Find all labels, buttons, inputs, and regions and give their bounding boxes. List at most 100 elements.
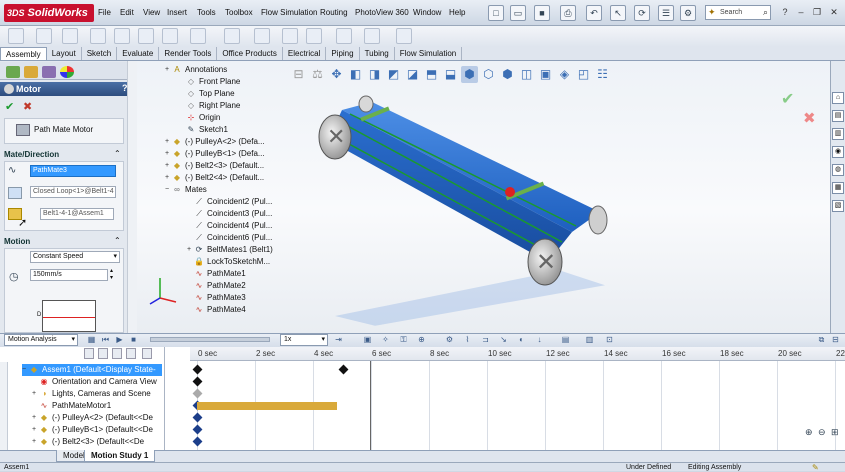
tree-item[interactable]: ⟋ Coincident2 (Pul... xyxy=(187,196,272,208)
exploded-view-icon[interactable] xyxy=(306,28,322,44)
filter-selected-icon[interactable] xyxy=(112,348,122,359)
rebuild-icon[interactable]: ⟳ xyxy=(634,5,650,21)
collapse-study-icon[interactable]: ⊡ xyxy=(604,334,615,345)
stop-icon[interactable]: ■ xyxy=(128,334,139,345)
tree-item[interactable]: ◇ Right Plane xyxy=(179,100,240,112)
expand-toggle[interactable]: + xyxy=(165,64,172,76)
view-back-icon[interactable]: ◨ xyxy=(366,66,383,83)
playback-slider[interactable] xyxy=(150,337,270,342)
tree-item[interactable]: + ⟳ BeltMates1 (Belt1) xyxy=(187,244,273,256)
restore-motion-manager-icon[interactable]: ⧉ xyxy=(816,334,827,345)
timeline[interactable] xyxy=(190,347,845,450)
zoom-timeline-icon[interactable] xyxy=(142,348,152,359)
play-icon[interactable]: ▶ xyxy=(114,334,125,345)
view-palette-icon[interactable]: ◉ xyxy=(832,146,844,158)
reference-geometry-icon[interactable] xyxy=(224,28,240,44)
collapse-icon[interactable]: ⌃ xyxy=(114,149,121,158)
move-icon[interactable]: ✥ xyxy=(328,66,345,83)
new-document-icon[interactable]: □ xyxy=(488,5,504,21)
mate-icon[interactable] xyxy=(62,28,78,44)
gravity-icon[interactable]: ↓ xyxy=(534,334,545,345)
tree-item[interactable]: 🔒 LockToSketchM... xyxy=(187,256,270,268)
tab-sketch[interactable]: Sketch xyxy=(82,47,118,60)
playback-mode-icon[interactable]: ⇥ xyxy=(333,334,344,345)
tree-item[interactable]: ⟋ Coincident4 (Pul... xyxy=(187,220,272,232)
configurationmanager-tab-icon[interactable] xyxy=(42,66,56,78)
save-animation-icon[interactable]: ▣ xyxy=(362,334,373,345)
tree-item[interactable]: + ◆ (-) PulleyA<2> (Defa... xyxy=(165,136,265,148)
resources-icon[interactable]: ⌂ xyxy=(832,92,844,104)
design-library-icon[interactable]: ▤ xyxy=(832,110,844,122)
menu-tools[interactable]: Tools xyxy=(197,8,216,17)
calculate-icon[interactable]: ▦ xyxy=(86,334,97,345)
component-field[interactable]: Belt1-4-1@Assem1 xyxy=(40,208,114,220)
filter-animated-icon[interactable] xyxy=(84,348,94,359)
move-component-icon[interactable] xyxy=(138,28,154,44)
motion-tree-item[interactable]: − ◆ Assem1 (Default<Display State- xyxy=(22,364,162,376)
expand-toggle[interactable]: + xyxy=(165,172,172,184)
expand-toggle[interactable]: + xyxy=(165,136,172,148)
expand-toggle[interactable]: + xyxy=(32,412,39,424)
open-icon[interactable]: ▭ xyxy=(510,5,526,21)
speed-spinner[interactable]: ▴ ▾ xyxy=(110,268,113,282)
menu-photoview[interactable]: PhotoView 360 xyxy=(355,8,409,17)
print-icon[interactable]: ⎙ xyxy=(560,5,576,21)
search-input[interactable]: ✦ Search ⌕ xyxy=(705,5,771,20)
new-motion-study-icon[interactable] xyxy=(254,28,270,44)
confirm-corner-ok-icon[interactable]: ✔ xyxy=(781,89,794,109)
motion-type-select[interactable]: Constant Speed ▾ xyxy=(30,251,120,263)
expand-toggle[interactable]: + xyxy=(165,160,172,172)
zoom-fit-timeline-icon[interactable]: ⊞ xyxy=(831,427,839,438)
damper-icon[interactable]: ⊐ xyxy=(480,334,491,345)
display-style-icon[interactable]: ▣ xyxy=(537,66,554,83)
tab-layout[interactable]: Layout xyxy=(47,47,82,60)
file-properties-icon[interactable]: ☰ xyxy=(658,5,674,21)
propertymanager-tab-icon[interactable] xyxy=(24,66,38,78)
insert-component-icon[interactable] xyxy=(36,28,52,44)
tab-evaluate[interactable]: Evaluate xyxy=(117,47,160,60)
tab-tubing[interactable]: Tubing xyxy=(360,47,395,60)
force-icon[interactable]: ↘ xyxy=(498,334,509,345)
undo-icon[interactable]: ↶ xyxy=(586,5,602,21)
animation-wizard-icon[interactable]: ✧ xyxy=(380,334,391,345)
zoom-area-icon[interactable]: ⚖ xyxy=(309,66,326,83)
view-top-icon[interactable]: ⬒ xyxy=(423,66,440,83)
tree-item[interactable]: ⟋ Coincident3 (Pul... xyxy=(187,208,272,220)
motion-tree-item[interactable]: + ◆ (-) PulleyA<2> (Default<<De xyxy=(32,412,192,424)
view-front-icon[interactable]: ◧ xyxy=(347,66,364,83)
tree-item[interactable]: ∿ PathMate1 xyxy=(187,268,246,280)
restore-button[interactable]: ❐ xyxy=(811,6,823,18)
conveyor-model[interactable]: ✕ ✕ xyxy=(300,92,630,332)
study-type-select[interactable]: Motion Analysis ▾ xyxy=(4,334,78,346)
tab-render-tools[interactable]: Render Tools xyxy=(159,47,218,60)
results-plots-icon[interactable]: ▤ xyxy=(560,334,571,345)
expand-toggle[interactable]: − xyxy=(22,364,29,376)
filter-driving-icon[interactable] xyxy=(98,348,108,359)
tree-item[interactable]: ∿ PathMate3 xyxy=(187,292,246,304)
custom-properties-icon[interactable]: ▦ xyxy=(832,182,844,194)
reverse-direction-icon[interactable] xyxy=(8,187,22,199)
edit-component-icon[interactable] xyxy=(8,28,24,44)
interference-detection-icon[interactable] xyxy=(364,28,380,44)
spring-icon[interactable]: ⌇ xyxy=(462,334,473,345)
contact-icon[interactable]: ◐ xyxy=(516,334,527,345)
select-icon[interactable]: ↖ xyxy=(610,5,626,21)
menu-view[interactable]: View xyxy=(143,8,160,17)
help-icon[interactable]: ? xyxy=(779,6,791,18)
tree-item[interactable]: + ◆ (-) Belt2<4> (Default... xyxy=(165,172,264,184)
tab-electrical[interactable]: Electrical xyxy=(283,47,327,60)
view-left-icon[interactable]: ◩ xyxy=(385,66,402,83)
file-explorer-icon[interactable]: ▥ xyxy=(832,128,844,140)
motor-type-label[interactable]: Path Mate Motor xyxy=(34,125,93,134)
motion-tree-item[interactable]: + ◆ (-) PulleyB<1> (Default<<De xyxy=(32,424,192,436)
expand-toggle[interactable]: + xyxy=(32,388,39,400)
tree-item[interactable]: ∿ PathMate2 xyxy=(187,280,246,292)
autokey-icon[interactable]: ⚿ xyxy=(398,334,409,345)
confirm-corner-cancel-icon[interactable]: ✖ xyxy=(803,109,816,127)
tab-assembly[interactable]: Assembly xyxy=(0,47,47,60)
expand-toggle[interactable]: + xyxy=(32,424,39,436)
explode-line-sketch-icon[interactable] xyxy=(336,28,352,44)
view-bottom-icon[interactable]: ⬓ xyxy=(442,66,459,83)
tree-item[interactable]: + ◆ (-) PulleyB<1> (Defa... xyxy=(165,148,265,160)
close-motion-manager-icon[interactable]: ⊟ xyxy=(830,334,841,345)
